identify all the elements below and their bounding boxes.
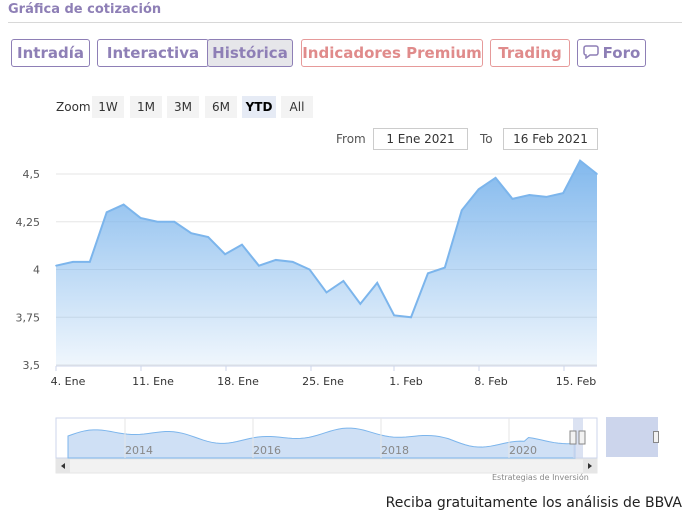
tab-indicadores-premium[interactable]: Indicadores Premium [301, 39, 483, 67]
data-point [72, 261, 74, 263]
data-point [207, 236, 209, 238]
tab-label: Histórica [212, 44, 288, 62]
data-point [122, 203, 125, 206]
y-tick-label: 3,75 [16, 311, 41, 324]
navigator-year-label: 2018 [381, 444, 409, 457]
data-point [342, 280, 345, 282]
zoom-1m-button[interactable]: 1M [130, 96, 162, 118]
data-point [224, 253, 226, 256]
data-point [562, 192, 564, 194]
y-tick-label: 4,25 [16, 216, 41, 229]
navigator-year-label: 2014 [125, 444, 153, 457]
data-point [190, 232, 193, 235]
x-tick-label: 25. Ene [302, 375, 344, 388]
navigator-handle-right[interactable] [653, 431, 659, 443]
data-point [156, 220, 159, 223]
data-point [579, 159, 581, 162]
x-tick-label: 4. Ene [51, 375, 86, 388]
zoom-1w-button[interactable]: 1W [92, 96, 124, 118]
data-point [173, 220, 176, 223]
tab-label: Intradía [17, 44, 84, 62]
data-point [494, 177, 497, 179]
tab-trading[interactable]: Trading [490, 39, 570, 67]
data-point [139, 217, 142, 219]
y-tick-label: 3,5 [23, 359, 41, 372]
chat-bubble-icon [582, 44, 599, 63]
chart-header: Gráfica de cotización [8, 2, 682, 23]
tab-foro[interactable]: Foro [577, 39, 646, 67]
data-point [89, 261, 91, 263]
x-tick-label: 1. Feb [389, 375, 422, 388]
data-point [258, 264, 260, 267]
zoom-3m-button[interactable]: 3M [167, 96, 199, 118]
data-point [55, 264, 57, 267]
data-point [291, 261, 294, 263]
data-point [511, 198, 514, 200]
navigator-year-label: 2016 [253, 444, 281, 457]
tab-label: Interactiva [106, 44, 200, 62]
chart-credits: Estrategias de Inversión [492, 473, 589, 482]
data-point [545, 196, 548, 198]
navigator-preview[interactable] [606, 417, 659, 457]
zoom-label: Zoom [56, 100, 91, 114]
tab-intradia[interactable]: Intradía [11, 39, 90, 67]
x-tick-label: 18. Ene [217, 375, 259, 388]
tab-interactiva[interactable]: Interactiva [97, 39, 209, 67]
y-tick-label: 4,5 [23, 168, 41, 181]
zoom-6m-button[interactable]: 6M [205, 96, 237, 118]
data-point [477, 188, 480, 191]
data-point [325, 291, 328, 294]
data-point [427, 272, 429, 275]
tab-label: Indicadores Premium [302, 44, 482, 62]
y-tick-label: 4 [33, 264, 40, 277]
data-point [444, 266, 446, 269]
to-label: To [480, 132, 493, 146]
data-point [393, 314, 395, 317]
bbva-analysis-link[interactable]: Reciba gratuitamente los análisis de BBV… [386, 495, 682, 511]
data-point [308, 268, 311, 271]
data-point [410, 316, 412, 319]
tab-historica[interactable]: Histórica [207, 39, 293, 67]
data-point [528, 194, 531, 196]
scrollbar-track [55, 458, 598, 474]
x-tick-label: 15. Feb [556, 375, 596, 388]
x-tick-label: 11. Ene [132, 375, 174, 388]
from-label: From [336, 132, 366, 146]
data-point [376, 282, 379, 284]
price-chart[interactable]: 4,5 4,25 4 3,75 3,5 4. Ene 11. Ene 18. Ene 25. E… [0, 150, 686, 480]
page-title: Gráfica de cotización [8, 2, 162, 17]
data-point [274, 259, 277, 261]
data-point [460, 209, 463, 212]
to-date-input[interactable]: 16 Feb 2021 [503, 128, 598, 150]
data-point [241, 243, 243, 246]
zoom-ytd-button[interactable]: YTD [242, 96, 276, 118]
tab-label: Trading [498, 44, 562, 62]
tab-label: Foro [602, 44, 641, 62]
data-point [596, 173, 598, 175]
navigator-handle-right [578, 430, 586, 445]
data-point [105, 211, 108, 213]
navigator-year-label: 2020 [509, 444, 537, 457]
navigator-handle-left [569, 430, 577, 445]
from-date-input[interactable]: 1 Ene 2021 [373, 128, 468, 150]
x-tick-label: 8. Feb [474, 375, 507, 388]
data-point [359, 303, 362, 305]
zoom-all-button[interactable]: All [281, 96, 313, 118]
series-area [56, 160, 597, 365]
